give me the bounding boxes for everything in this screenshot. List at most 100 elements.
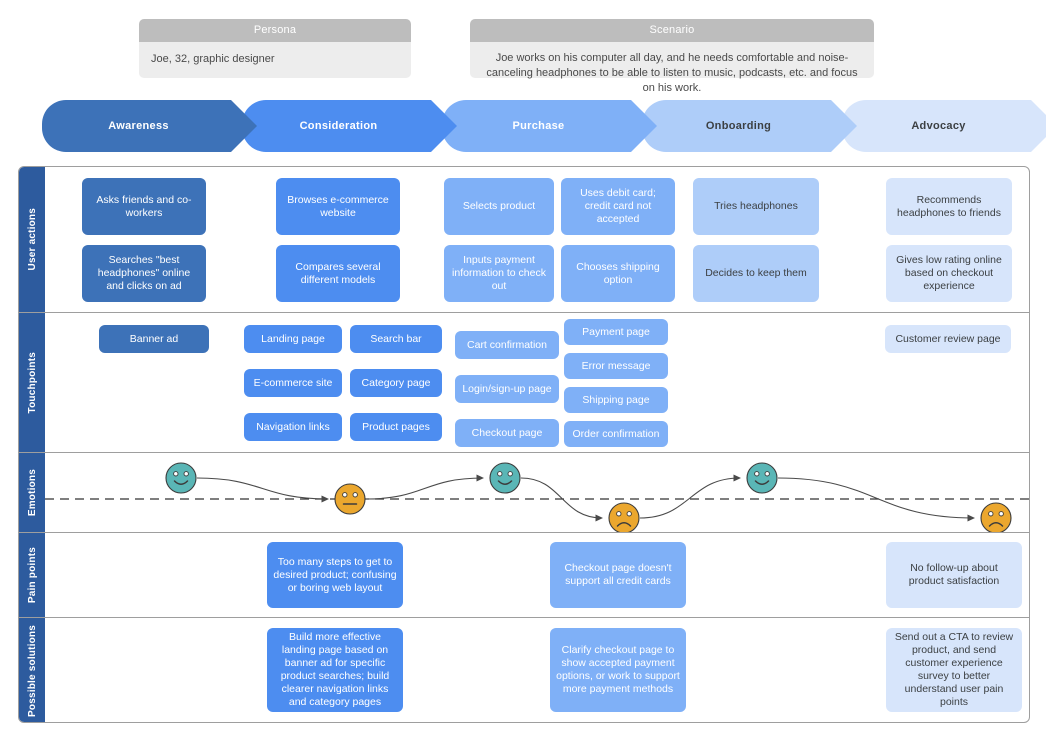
stage-onboarding[interactable]: Onboarding: [642, 100, 857, 152]
card-text: Inputs payment information to check out: [452, 254, 546, 292]
card-touchpoints[interactable]: Shipping page: [564, 387, 668, 413]
card-user-actions[interactable]: Tries headphones: [693, 178, 819, 235]
card-text: Checkout page doesn't support all credit…: [564, 562, 672, 587]
row-emotions: Emotions: [19, 452, 1029, 533]
persona-title: Persona: [139, 19, 411, 42]
card-touchpoints[interactable]: Order confirmation: [564, 421, 668, 447]
card-touchpoints[interactable]: Category page: [350, 369, 442, 397]
scenario-box: Scenario Joe works on his computer all d…: [470, 19, 874, 94]
card-text: Asks friends and co-workers: [96, 193, 192, 219]
card-user-actions[interactable]: Gives low rating online based on checkou…: [886, 245, 1012, 302]
row-possible-solutions: Possible solutions Build more effective l…: [19, 617, 1029, 722]
emotion-face-happy-icon[interactable]: [165, 462, 197, 494]
card-text: Payment page: [582, 325, 650, 338]
emotion-curve: [45, 462, 1029, 533]
card-pain-points[interactable]: No follow-up about product satisfaction: [886, 542, 1022, 608]
row-body: Too many steps to get to desired product…: [45, 533, 1029, 617]
scenario-title: Scenario: [470, 19, 874, 42]
row-body: Asks friends and co-workers Searches "bes…: [45, 167, 1029, 312]
journey-map-grid: User actions Asks friends and co-workers S…: [18, 166, 1030, 723]
card-touchpoints[interactable]: Landing page: [244, 325, 342, 353]
row-body: [45, 453, 1029, 533]
stage-label: Consideration: [299, 120, 378, 132]
emotion-face-sad-icon[interactable]: [608, 502, 640, 533]
emotion-connector: [520, 477, 604, 522]
card-user-actions[interactable]: Searches "best headphones" online and cl…: [82, 245, 206, 302]
card-user-actions[interactable]: Recommends headphones to friends: [886, 178, 1012, 235]
row-pain-points: Pain points Too many steps to get to desi…: [19, 532, 1029, 617]
card-text: Chooses shipping option: [576, 260, 660, 286]
card-text: Decides to keep them: [705, 267, 807, 279]
card-user-actions[interactable]: Inputs payment information to check out: [444, 245, 554, 302]
card-possible-solutions[interactable]: Clarify checkout page to show accepted p…: [550, 628, 686, 712]
card-user-actions[interactable]: Asks friends and co-workers: [82, 178, 206, 235]
card-text: Recommends headphones to friends: [897, 193, 1001, 219]
card-user-actions[interactable]: Decides to keep them: [693, 245, 819, 302]
emotion-face-neutral-icon[interactable]: [334, 483, 366, 515]
card-text: Product pages: [362, 420, 430, 433]
card-user-actions[interactable]: Browses e-commerce website: [276, 178, 400, 235]
row-label-touchpoints: Touchpoints: [19, 313, 45, 452]
card-touchpoints[interactable]: Payment page: [564, 319, 668, 345]
card-text: Selects product: [462, 200, 536, 212]
card-touchpoints[interactable]: Navigation links: [244, 413, 342, 441]
card-text: Checkout page: [471, 426, 543, 439]
card-text: Gives low rating online based on checkou…: [896, 254, 1002, 292]
row-user-actions: User actions Asks friends and co-workers S…: [19, 167, 1029, 312]
stage-label: Onboarding: [705, 120, 772, 132]
emotion-connector: [196, 477, 330, 503]
row-label-possible-solutions: Possible solutions: [19, 618, 45, 722]
card-user-actions[interactable]: Chooses shipping option: [561, 245, 675, 302]
card-text: Navigation links: [256, 420, 330, 433]
card-text: Landing page: [261, 332, 325, 345]
stage-awareness[interactable]: Awareness: [42, 100, 257, 152]
card-touchpoints[interactable]: Product pages: [350, 413, 442, 441]
card-text: Uses debit card; credit card not accepte…: [580, 187, 656, 225]
row-label-user-actions: User actions: [19, 167, 45, 312]
row-body: Build more effective landing page based …: [45, 618, 1029, 722]
emotion-face-happy-icon[interactable]: [489, 462, 521, 494]
stage-purchase[interactable]: Purchase: [442, 100, 657, 152]
emotion-connector: [639, 474, 742, 519]
card-text: Category page: [361, 376, 431, 389]
card-text: Clarify checkout page to show accepted p…: [556, 644, 680, 695]
journey-stages: Awareness Consideration Purchase Onboarding…: [42, 100, 1042, 152]
emotion-face-happy-icon[interactable]: [746, 462, 778, 494]
card-touchpoints[interactable]: Cart confirmation: [455, 331, 559, 359]
stage-consideration[interactable]: Consideration: [242, 100, 457, 152]
card-touchpoints[interactable]: E-commerce site: [244, 369, 342, 397]
card-text: Banner ad: [129, 332, 179, 345]
scenario-text: Joe works on his computer all day, and h…: [470, 42, 874, 94]
card-pain-points[interactable]: Checkout page doesn't support all credit…: [550, 542, 686, 608]
card-text: Build more effective landing page based …: [280, 631, 390, 708]
emotion-face-sad-icon[interactable]: [980, 502, 1012, 533]
card-possible-solutions[interactable]: Send out a CTA to review product, and se…: [886, 628, 1022, 712]
card-user-actions[interactable]: Compares several different models: [276, 245, 400, 302]
card-text: Cart confirmation: [467, 338, 547, 351]
card-user-actions[interactable]: Uses debit card; credit card not accepte…: [561, 178, 675, 235]
card-text: E-commerce site: [253, 376, 333, 389]
card-touchpoints[interactable]: Checkout page: [455, 419, 559, 447]
row-label-text: Emotions: [26, 468, 38, 517]
card-touchpoints[interactable]: Customer review page: [885, 325, 1011, 353]
card-touchpoints[interactable]: Login/sign-up page: [455, 375, 559, 403]
card-text: Customer review page: [895, 332, 1001, 345]
card-text: Error message: [581, 359, 651, 372]
card-possible-solutions[interactable]: Build more effective landing page based …: [267, 628, 403, 712]
row-touchpoints: Touchpoints Banner ad Landing page Search b…: [19, 312, 1029, 452]
stage-label: Advocacy: [911, 120, 966, 132]
card-touchpoints[interactable]: Error message: [564, 353, 668, 379]
stage-advocacy[interactable]: Advocacy: [842, 100, 1046, 152]
card-text: Tries headphones: [714, 200, 798, 212]
persona-text: Joe, 32, graphic designer: [139, 42, 411, 78]
card-touchpoints[interactable]: Search bar: [350, 325, 442, 353]
row-label-text: Touchpoints: [26, 351, 38, 414]
card-text: Compares several different models: [295, 260, 381, 286]
card-touchpoints[interactable]: Banner ad: [99, 325, 209, 353]
card-text: Search bar: [370, 332, 422, 345]
card-user-actions[interactable]: Selects product: [444, 178, 554, 235]
card-pain-points[interactable]: Too many steps to get to desired product…: [267, 542, 403, 608]
card-text: Searches "best headphones" online and cl…: [97, 254, 191, 292]
card-text: No follow-up about product satisfaction: [908, 562, 1000, 587]
card-text: Send out a CTA to review product, and se…: [894, 631, 1014, 708]
